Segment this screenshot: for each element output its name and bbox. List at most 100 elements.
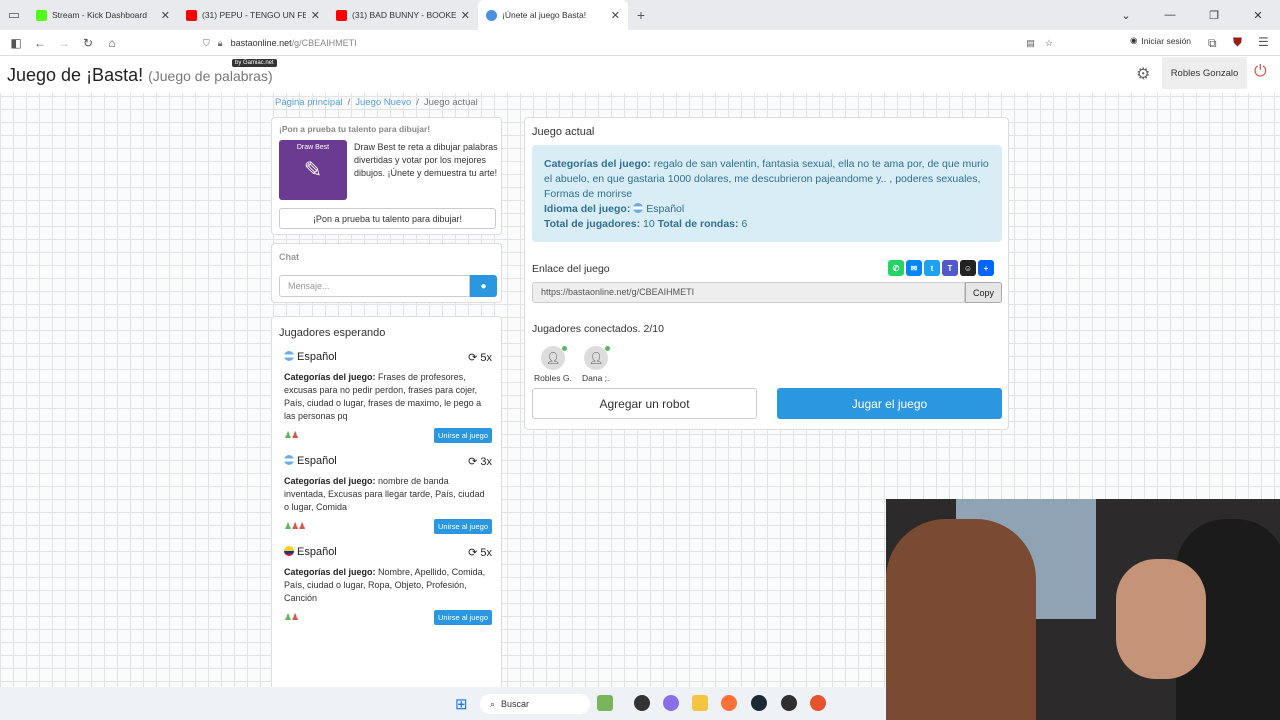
site-icon (486, 9, 497, 21)
copy-button[interactable]: Copy (965, 282, 1002, 303)
ublock-icon[interactable]: ⛊ (1233, 35, 1242, 50)
gamiac-badge[interactable]: by Gamiac.net (232, 59, 277, 67)
rounds-icon: ⟳ (468, 352, 478, 364)
snapchat-icon[interactable]: ☺ (960, 260, 976, 276)
folder-icon[interactable] (692, 695, 708, 711)
rounds-label: Total de rondas: (657, 218, 739, 230)
game-language: Español (284, 351, 337, 364)
ad-button[interactable]: ¡Pon a prueba tu talento para dibujar! (279, 208, 496, 229)
join-game-button[interactable]: Unirse al juego (433, 519, 492, 534)
tab-title: ¡Únete al juego Basta! (502, 10, 587, 20)
breadcrumb-new-game[interactable]: Juego Nuevo (355, 97, 411, 108)
connected-players: Jugadores conectados. 2/10 (532, 323, 664, 335)
join-game-button[interactable]: Unirse al juego (433, 428, 492, 443)
breadcrumb-current: Juego actual (423, 97, 478, 108)
totals-line: Total de jugadores: 10 Total de rondas: … (544, 217, 990, 232)
close-window-icon[interactable]: ✕ (1236, 9, 1280, 22)
lang-label: Idioma del juego: (544, 203, 631, 215)
waiting-title: Jugadores esperando (279, 327, 386, 339)
categories-line: Categorías del juego: regalo de san vale… (544, 157, 990, 202)
close-icon[interactable]: ✕ (611, 9, 620, 22)
url-path: /g/CBEAIHMETI (291, 38, 357, 48)
game-language: Español (284, 546, 337, 559)
bookmark-star-icon[interactable]: ☆ (1045, 38, 1053, 49)
rounds-icon: ⟳ (468, 456, 478, 468)
signin-label: Iniciar sesión (1141, 35, 1192, 46)
add-robot-button[interactable]: Agregar un robot (532, 388, 757, 419)
join-game-button[interactable]: Unirse al juego (433, 610, 492, 625)
cats-label: Categorías del juego: (544, 158, 651, 170)
widgets-icon[interactable] (597, 695, 613, 711)
chevron-down-icon[interactable]: ⌄ (1104, 9, 1148, 22)
sidebar-icon[interactable]: ◧ (4, 36, 28, 50)
power-icon[interactable]: ⏻ (1254, 63, 1267, 81)
language-line: Idioma del juego: Español (544, 202, 990, 217)
close-icon[interactable]: ✕ (161, 9, 170, 22)
cats-label: Categorías del juego: (284, 567, 376, 577)
browser-tab[interactable]: Stream - Kick Dashboard ✕ (28, 0, 178, 30)
player-icon: ♟ (291, 430, 299, 440)
restore-icon[interactable]: ❐ (1192, 9, 1236, 22)
browser-tab-bar: ▭ Stream - Kick Dashboard ✕ (31) PEPU - … (0, 0, 1280, 30)
whatsapp-icon[interactable]: ✆ (888, 260, 904, 276)
lang-text: Español (297, 546, 337, 558)
game-categories: Categorías del juego: Frases de profesor… (284, 371, 492, 423)
breadcrumb-home[interactable]: Página principal (275, 97, 343, 108)
taskbar-search[interactable]: ⌕ Buscar (480, 694, 590, 714)
cats-label: Categorías del juego: (284, 476, 376, 486)
url-host: bastaonline.net (230, 38, 292, 48)
pencil-icon: ✎ (303, 157, 323, 182)
messenger-icon[interactable]: ✉ (906, 260, 922, 276)
obs-icon[interactable] (781, 695, 797, 711)
online-dot (605, 346, 610, 351)
browser-tab[interactable]: (31) BAD BUNNY - BOOKER T (V ✕ (328, 0, 478, 30)
webcam-person (886, 519, 1036, 720)
breadcrumb-sep: / (416, 97, 419, 108)
breadcrumb: Página principal / Juego Nuevo / Juego a… (275, 97, 478, 108)
forward-icon[interactable]: → (52, 36, 76, 50)
share-buttons: ✆ ✉ t T ☺ + (888, 260, 994, 276)
user-icon: 👤︎ (545, 351, 561, 365)
close-icon[interactable]: ✕ (311, 9, 320, 22)
menu-icon[interactable]: ☰ (1258, 35, 1269, 49)
online-dot (562, 346, 567, 351)
windows-start-icon[interactable]: ⊞ (455, 695, 468, 713)
home-icon[interactable]: ⌂ (100, 36, 124, 50)
copilot-icon[interactable] (663, 695, 679, 711)
lang-text: Español (297, 351, 337, 363)
chat-input[interactable]: Mensaje... (279, 275, 470, 297)
reader-icon[interactable]: ▤ (1026, 38, 1035, 49)
app-icon[interactable] (810, 695, 826, 711)
extensions-icon[interactable]: ⧉ (1208, 36, 1217, 51)
user-menu[interactable]: Robles Gonzalo (1162, 57, 1247, 89)
app-icon[interactable] (634, 695, 650, 711)
chat-send-button[interactable]: ● (470, 275, 497, 297)
reload-icon[interactable]: ↻ (76, 36, 100, 50)
title-subtitle: (Juego de palabras) (148, 68, 273, 84)
waiting-game: Español ⟳ 5x Categorías del juego: Nombr… (284, 546, 492, 625)
gear-icon[interactable]: ⚙ (1136, 64, 1150, 84)
share-more-icon[interactable]: + (978, 260, 994, 276)
twitter-icon[interactable]: t (924, 260, 940, 276)
player-icons: ♟♟ (284, 430, 299, 441)
tab-title: (31) BAD BUNNY - BOOKER T (V (352, 10, 456, 20)
steam-icon[interactable] (751, 695, 767, 711)
signin-button[interactable]: ◉ Iniciar sesión (1130, 35, 1191, 46)
game-link-input[interactable]: https://bastaonline.net/g/CBEAIHMETI (532, 282, 965, 303)
teams-icon[interactable]: T (942, 260, 958, 276)
draw-best-image[interactable]: Draw Best ✎ (279, 140, 347, 200)
back-icon[interactable]: ← (28, 36, 52, 50)
youtube-icon (336, 9, 347, 21)
close-icon[interactable]: ✕ (461, 9, 470, 22)
browser-tab-active[interactable]: ¡Únete al juego Basta! ✕ (478, 0, 628, 30)
kick-icon (36, 9, 47, 21)
address-bar[interactable]: ⛉ 🔒︎ bastaonline.net /g/CBEAIHMETI ▤ ☆ (203, 33, 1053, 53)
browser-tab[interactable]: (31) PEPU - TENGO UN FEE ✕ (178, 0, 328, 30)
play-game-button[interactable]: Jugar el juego (777, 388, 1002, 419)
firefox-icon[interactable] (721, 695, 737, 711)
new-tab-button[interactable]: + (628, 7, 654, 23)
minimize-icon[interactable]: — (1148, 9, 1192, 21)
rounds-text: 3x (480, 456, 492, 468)
tab-list-icon[interactable]: ▭ (0, 0, 28, 30)
page-title[interactable]: Juego de ¡Basta! (Juego de palabras) (7, 65, 273, 86)
